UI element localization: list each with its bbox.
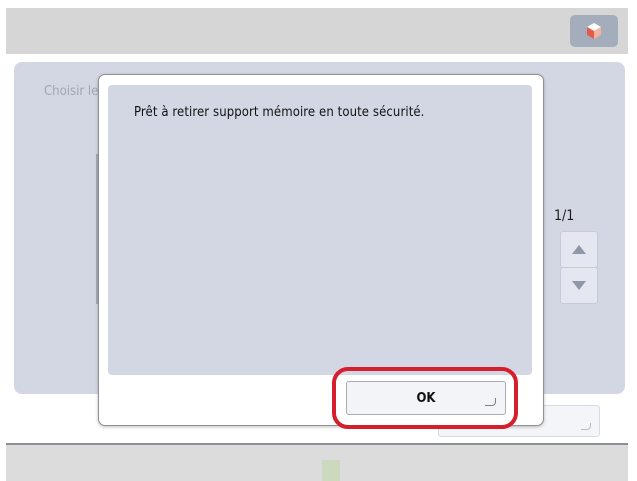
ok-button[interactable]: OK: [346, 381, 506, 415]
dialog-message-panel: Prêt à retirer support mémoire en toute …: [108, 85, 532, 375]
scroll-up-button[interactable]: [560, 231, 598, 268]
cube-icon: [587, 23, 601, 39]
header-cube-button[interactable]: [570, 15, 618, 47]
page-counter: 1/1: [554, 208, 575, 224]
triangle-down-icon: [572, 281, 586, 290]
enter-icon: [581, 423, 591, 430]
background-title: Choisir le: [44, 84, 99, 99]
ok-button-label: OK: [416, 390, 436, 406]
triangle-up-icon: [572, 245, 586, 254]
scroll-down-button[interactable]: [560, 267, 598, 304]
enter-icon: [485, 398, 496, 406]
top-bar: [6, 8, 628, 54]
dialog-message: Prêt à retirer support mémoire en toute …: [134, 105, 425, 120]
bottom-status-bar: [6, 445, 628, 481]
status-indicator: [322, 460, 340, 481]
